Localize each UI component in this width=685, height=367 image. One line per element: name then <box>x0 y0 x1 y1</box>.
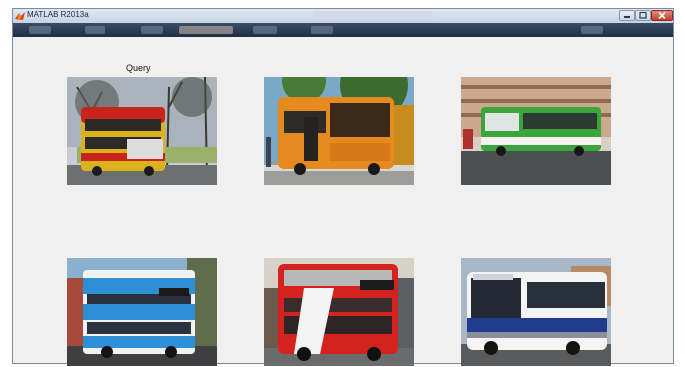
title-bar[interactable]: MATLAB R2013a <box>13 9 673 23</box>
menu-item-7[interactable] <box>581 26 603 34</box>
result-image-3 <box>67 258 217 366</box>
menu-item-6[interactable] <box>311 26 333 34</box>
menu-item-5[interactable] <box>253 26 277 34</box>
query-label: Query <box>126 63 151 73</box>
menu-item-1[interactable] <box>29 26 51 34</box>
menu-item-4[interactable] <box>179 26 233 34</box>
result-image-4 <box>264 258 414 366</box>
minimize-button[interactable] <box>619 10 635 21</box>
close-icon <box>658 11 666 20</box>
menu-bar <box>13 23 673 37</box>
title-bar-blurred-text <box>313 11 433 19</box>
result-image-5 <box>461 258 611 366</box>
maximize-button[interactable] <box>635 10 651 21</box>
matlab-figure-window: MATLAB R2013a Query <box>12 8 674 366</box>
menu-item-2[interactable] <box>85 26 105 34</box>
result-image-2 <box>461 77 611 185</box>
minimize-icon <box>624 16 630 18</box>
maximize-icon <box>639 11 647 19</box>
result-image-1 <box>264 77 414 185</box>
close-button[interactable] <box>651 10 673 21</box>
figure-canvas: Query <box>13 37 673 366</box>
query-image <box>67 77 217 185</box>
matlab-logo-icon <box>15 12 25 20</box>
window-title: MATLAB R2013a <box>27 10 89 19</box>
menu-item-3[interactable] <box>141 26 163 34</box>
